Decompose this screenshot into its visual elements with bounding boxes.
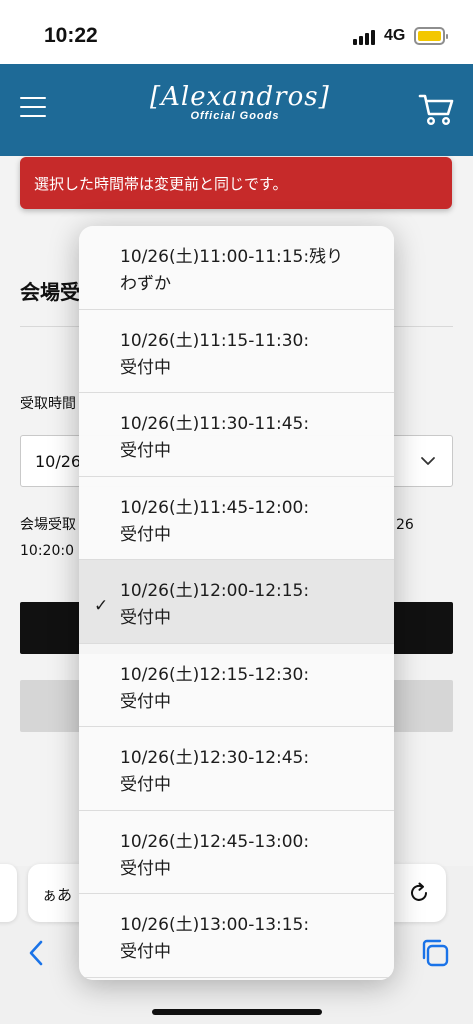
time-slot-option[interactable]: 10/26(土)11:45-12:00: 受付中 — [79, 477, 394, 560]
pickup-note-line1-right: 26 — [396, 517, 414, 533]
cart-icon[interactable] — [418, 92, 454, 126]
option-time: 10/26(土)12:45-13:00: — [120, 831, 310, 852]
menu-icon[interactable] — [20, 97, 46, 117]
battery-icon — [414, 27, 448, 45]
option-time: 10/26(土)11:30-11:45: — [120, 414, 310, 434]
option-time: 10/26(土)13:00-13:15: — [120, 915, 310, 935]
time-slot-option[interactable]: 10/26(土)11:30-11:45: 受付中 — [79, 393, 394, 477]
option-status: 受付中 — [120, 942, 171, 962]
time-slot-dropdown: 10/26(土)11:00-11:15:残り わずか 10/26(土)11:15… — [79, 226, 394, 980]
previous-tab-peek[interactable] — [0, 864, 17, 922]
time-slot-option[interactable]: 10/26(土)11:00-11:15:残り わずか — [79, 226, 394, 310]
option-time: 10/26(土)12:00-12:15: — [120, 581, 310, 601]
checkmark-icon: ✓ — [94, 596, 109, 616]
time-slot-option[interactable]: 10/26(土)12:45-13:00: 受付中 — [79, 811, 394, 894]
option-time: 10/26(土)11:00-11:15:残り — [120, 247, 344, 267]
error-banner: 選択した時間帯は変更前と同じです。 — [20, 157, 452, 209]
site-header: [Alexandros] Official Goods — [0, 64, 473, 156]
pickup-time-select-value: 10/26 — [35, 452, 82, 471]
option-status: 受付中 — [120, 775, 171, 795]
logo-text: [Alexandros] — [150, 82, 330, 112]
option-status: わずか — [120, 274, 171, 294]
status-bar: 10:22 4G — [0, 0, 473, 64]
cellular-signal-icon — [353, 30, 375, 45]
time-slot-option[interactable]: 10/26(土)12:30-12:45: 受付中 — [79, 727, 394, 811]
page-settings-button[interactable]: ぁあ — [42, 884, 72, 905]
option-status: 受付中 — [120, 608, 171, 628]
section-title: 会場受 — [20, 280, 80, 304]
time-slot-option[interactable]: 10/26(土)11:15-11:30: 受付中 — [79, 310, 394, 393]
option-time: 10/26(土)12:30-12:45: — [120, 748, 310, 768]
option-status: 受付中 — [120, 357, 171, 378]
time-slot-option-selected[interactable]: ✓ 10/26(土)12:00-12:15: 受付中 — [79, 560, 394, 644]
home-indicator — [152, 1009, 322, 1015]
option-status: 受付中 — [120, 858, 171, 879]
status-time: 10:22 — [44, 24, 98, 47]
tabs-icon[interactable] — [420, 938, 450, 968]
network-type: 4G — [384, 27, 406, 44]
time-slot-option[interactable]: 10/26(土)12:15-12:30: 受付中 — [79, 644, 394, 727]
pickup-time-label: 受取時間 — [20, 396, 76, 412]
option-status: 受付中 — [120, 691, 171, 712]
back-icon[interactable] — [26, 938, 46, 968]
option-status: 受付中 — [120, 524, 171, 545]
option-status: 受付中 — [120, 441, 171, 461]
option-time: 10/26(土)12:15-12:30: — [120, 664, 310, 685]
reload-icon[interactable] — [408, 882, 430, 904]
chevron-down-icon — [421, 457, 435, 465]
option-time: 10/26(土)11:15-11:30: — [120, 330, 310, 351]
time-slot-option[interactable]: 10/26(土)13:00-13:15: 受付中 — [79, 894, 394, 978]
option-time: 10/26(土)11:45-12:00: — [120, 497, 310, 518]
site-logo[interactable]: [Alexandros] Official Goods — [150, 82, 330, 122]
